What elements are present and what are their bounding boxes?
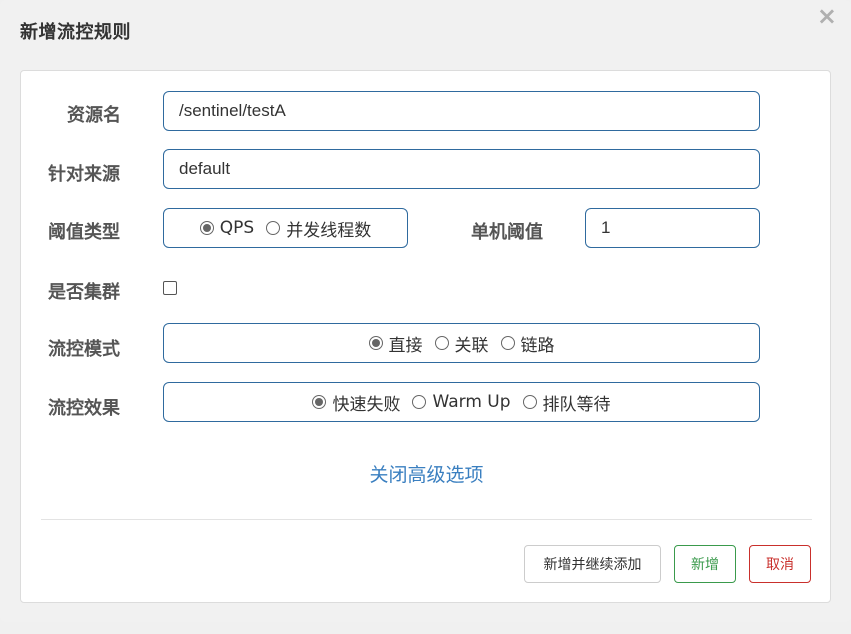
radio-unchecked-icon[interactable] bbox=[522, 395, 537, 409]
option-label: 快速失败 bbox=[332, 394, 401, 415]
strategy-label: 流控模式 bbox=[48, 339, 120, 360]
threshold-type-option-thread[interactable]: 并发线程数 bbox=[266, 216, 371, 241]
option-label: QPS bbox=[219, 218, 255, 238]
cluster-mode-label: 是否集群 bbox=[48, 282, 120, 303]
option-label: 关联 bbox=[454, 335, 489, 356]
behavior-option-fail-fast[interactable]: 快速失败 bbox=[312, 390, 400, 415]
single-threshold-label: 单机阈值 bbox=[471, 222, 543, 243]
control-behavior-radio-group: 快速失败 Warm Up 排队等待 bbox=[163, 382, 760, 422]
radio-unchecked-icon[interactable] bbox=[266, 221, 281, 235]
threshold-type-label: 阈值类型 bbox=[48, 222, 120, 243]
resource-name-label: 资源名 bbox=[67, 105, 121, 126]
radio-unchecked-icon[interactable] bbox=[412, 395, 427, 409]
dialog-header: 新增流控规则 × bbox=[0, 0, 851, 60]
option-label: 排队等待 bbox=[542, 394, 611, 415]
close-icon[interactable]: × bbox=[817, 4, 837, 28]
option-label: 直接 bbox=[388, 335, 423, 356]
strategy-radio-group: 直接 关联 链路 bbox=[163, 323, 760, 363]
radio-checked-icon[interactable] bbox=[368, 336, 383, 350]
radio-checked-icon[interactable] bbox=[199, 221, 214, 235]
behavior-option-warm-up[interactable]: Warm Up bbox=[412, 392, 511, 412]
add-button[interactable]: 新增 bbox=[674, 545, 736, 583]
behavior-option-queue[interactable]: 排队等待 bbox=[522, 390, 611, 415]
threshold-type-radio-group: QPS 并发线程数 bbox=[163, 208, 408, 248]
toggle-advanced-options-link[interactable]: 关闭高级选项 bbox=[21, 460, 832, 487]
limit-app-input[interactable] bbox=[163, 149, 760, 189]
limit-app-label: 针对来源 bbox=[48, 164, 120, 185]
strategy-option-chain[interactable]: 链路 bbox=[500, 331, 555, 356]
single-threshold-input[interactable] bbox=[585, 208, 760, 248]
divider bbox=[41, 519, 812, 520]
option-label: Warm Up bbox=[432, 392, 511, 412]
threshold-type-option-qps[interactable]: QPS bbox=[199, 218, 255, 238]
control-behavior-label: 流控效果 bbox=[48, 398, 120, 419]
radio-checked-icon[interactable] bbox=[312, 395, 327, 409]
option-label: 并发线程数 bbox=[286, 220, 372, 241]
strategy-option-direct[interactable]: 直接 bbox=[368, 331, 423, 356]
add-and-continue-button[interactable]: 新增并继续添加 bbox=[524, 545, 661, 583]
add-flow-rule-dialog: 新增流控规则 × 资源名 针对来源 阈值类型 QPS 并发线程数 单机阈值 是否… bbox=[0, 0, 851, 622]
cancel-button[interactable]: 取消 bbox=[749, 545, 811, 583]
radio-unchecked-icon[interactable] bbox=[500, 336, 515, 350]
strategy-option-relate[interactable]: 关联 bbox=[434, 331, 489, 356]
resource-name-input[interactable] bbox=[163, 91, 760, 131]
dialog-title: 新增流控规则 bbox=[20, 22, 131, 43]
option-label: 链路 bbox=[520, 335, 555, 356]
form-panel: 资源名 针对来源 阈值类型 QPS 并发线程数 单机阈值 是否集群 流控模式 bbox=[20, 70, 831, 603]
cluster-mode-checkbox[interactable] bbox=[163, 281, 177, 295]
radio-unchecked-icon[interactable] bbox=[434, 336, 449, 350]
